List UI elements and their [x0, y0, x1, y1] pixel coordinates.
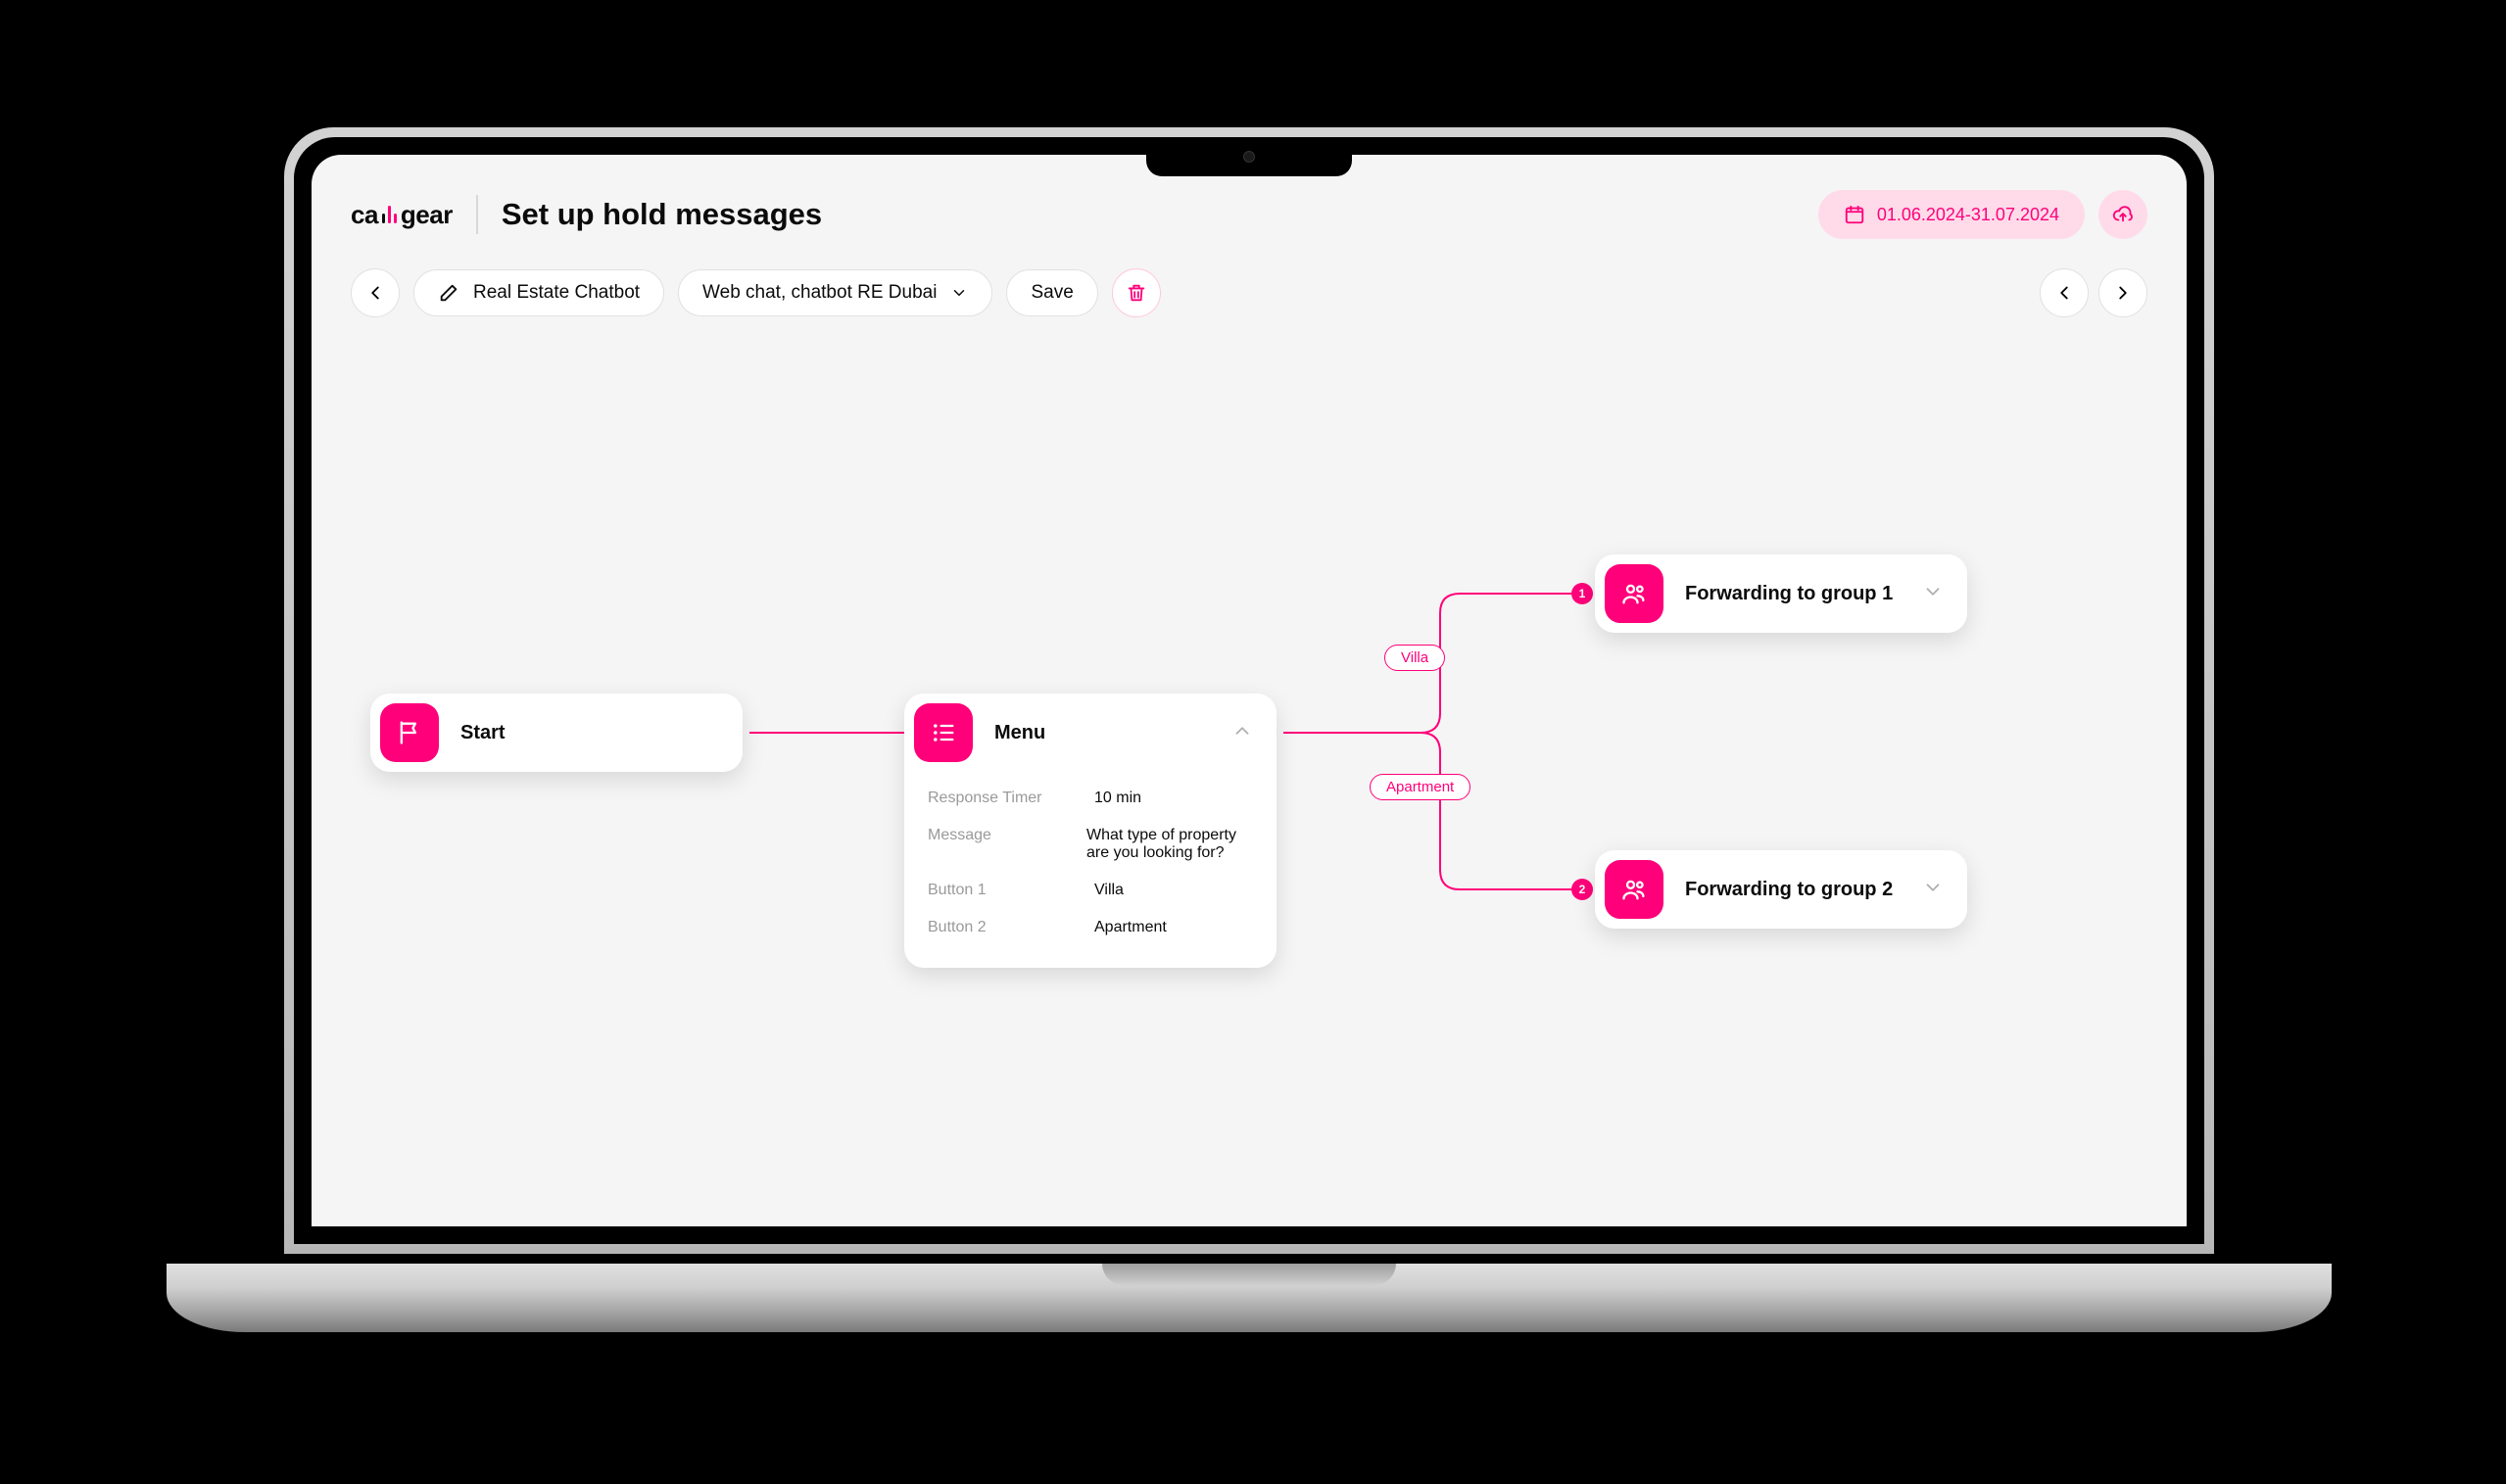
menu-button2-key: Button 2 — [928, 919, 1094, 936]
save-button[interactable]: Save — [1006, 269, 1097, 316]
chevron-down-icon — [950, 284, 968, 302]
chevron-up-icon — [1231, 720, 1253, 742]
list-icon — [914, 703, 973, 762]
date-range-text: 01.06.2024-31.07.2024 — [1877, 205, 2059, 225]
canvas-next-button[interactable] — [2098, 268, 2147, 317]
collapse-toggle[interactable] — [1231, 720, 1253, 746]
menu-message-val: What type of property are you looking fo… — [1086, 827, 1253, 862]
chevron-right-icon — [2112, 282, 2134, 304]
laptop-notch — [1146, 137, 1352, 176]
badge-1: 1 — [1571, 583, 1593, 604]
logo-bars-icon — [382, 206, 397, 223]
edit-icon — [438, 282, 459, 304]
flag-icon — [380, 703, 439, 762]
menu-button2-val: Apartment — [1094, 919, 1167, 936]
menu-timer-val: 10 min — [1094, 790, 1141, 807]
node-menu-body: Response Timer 10 min Message What type … — [904, 772, 1277, 968]
upload-button[interactable] — [2098, 190, 2147, 239]
menu-message-key: Message — [928, 827, 1086, 862]
upload-cloud-icon — [2112, 204, 2134, 225]
app-viewport: ca gear Set up hold messages 01.06.2024-… — [312, 155, 2187, 1226]
screen-bezel: ca gear Set up hold messages 01.06.2024-… — [284, 127, 2214, 1254]
node-forward-2-label: Forwarding to group 2 — [1685, 879, 1893, 901]
chevron-down-icon — [1922, 581, 1944, 602]
logo-text-right: gear — [401, 200, 453, 230]
back-button[interactable] — [351, 268, 400, 317]
laptop-frame: ca gear Set up hold messages 01.06.2024-… — [284, 127, 2214, 1322]
chatbot-name-chip[interactable]: Real Estate Chatbot — [413, 269, 664, 316]
calendar-icon — [1844, 204, 1865, 225]
chevron-down-icon — [1922, 877, 1944, 898]
expand-toggle-2[interactable] — [1922, 877, 1944, 903]
toolbar: Real Estate Chatbot Web chat, chatbot RE… — [312, 268, 2187, 341]
badge-2: 2 — [1571, 879, 1593, 900]
chevron-left-icon — [364, 282, 386, 304]
laptop-base — [167, 1264, 2332, 1332]
node-forward-2[interactable]: Forwarding to group 2 — [1595, 850, 1967, 929]
branch-tag-apartment: Apartment — [1370, 774, 1470, 800]
users-icon — [1605, 564, 1663, 623]
brand-logo: ca gear — [351, 200, 453, 230]
delete-button[interactable] — [1112, 268, 1161, 317]
channel-text: Web chat, chatbot RE Dubai — [702, 282, 937, 304]
chevron-left-icon — [2053, 282, 2075, 304]
node-forward-1[interactable]: Forwarding to group 1 — [1595, 554, 1967, 633]
node-menu[interactable]: Menu Response Timer 10 min Message — [904, 694, 1277, 968]
channel-dropdown[interactable]: Web chat, chatbot RE Dubai — [678, 269, 992, 316]
trash-icon — [1126, 282, 1147, 304]
menu-timer-key: Response Timer — [928, 790, 1094, 807]
branch-tag-villa: Villa — [1384, 645, 1445, 671]
node-start-label: Start — [460, 722, 506, 744]
flow-canvas[interactable]: Villa Apartment 1 2 Start — [312, 341, 2187, 1085]
expand-toggle-1[interactable] — [1922, 581, 1944, 607]
node-menu-label: Menu — [994, 722, 1045, 744]
canvas-prev-button[interactable] — [2040, 268, 2089, 317]
users-icon — [1605, 860, 1663, 919]
node-forward-1-label: Forwarding to group 1 — [1685, 583, 1893, 605]
node-start[interactable]: Start — [370, 694, 743, 772]
page-title: Set up hold messages — [502, 197, 822, 232]
menu-button1-key: Button 1 — [928, 882, 1094, 899]
menu-button1-val: Villa — [1094, 882, 1124, 899]
header-divider — [476, 195, 478, 234]
logo-text-left: ca — [351, 200, 378, 230]
date-range-picker[interactable]: 01.06.2024-31.07.2024 — [1818, 190, 2085, 239]
chatbot-name-text: Real Estate Chatbot — [473, 282, 640, 304]
